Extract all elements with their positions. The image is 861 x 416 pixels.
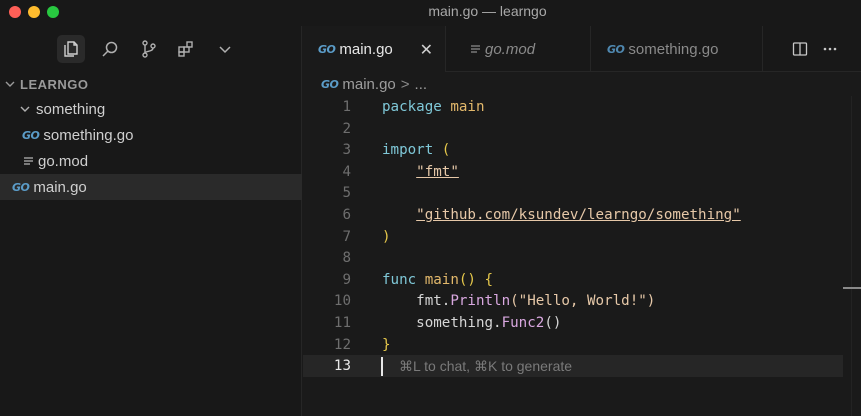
ellipsis-icon: [823, 47, 837, 51]
close-icon[interactable]: ✕: [420, 40, 433, 60]
editor-tab-bar: GO main.go ✕ go.mod GO something.go: [303, 26, 861, 72]
line-number: 1: [342, 99, 351, 115]
breadcrumb-separator: >: [400, 75, 410, 93]
tab-main-go[interactable]: GO main.go ✕: [303, 26, 446, 72]
line-number: 2: [342, 120, 351, 137]
punctuation: (: [441, 142, 451, 159]
split-editor-button[interactable]: [790, 39, 810, 59]
code-editor[interactable]: 1 package main 2 3 import ( 4 "fmt" 5 6 …: [303, 96, 861, 416]
breadcrumb-file[interactable]: main.go: [342, 76, 395, 93]
code-line: 8: [303, 247, 843, 269]
text-cursor: [381, 357, 383, 377]
more-views-button[interactable]: [211, 35, 239, 63]
line-number: 9: [342, 271, 351, 288]
code-line: 5: [303, 182, 843, 204]
current-code-line: 13 ⌘L to chat, ⌘K to generate: [303, 355, 843, 378]
code-line: 12 }: [303, 334, 843, 356]
window-title: main.go — learngo: [428, 3, 547, 19]
call-args: (): [544, 315, 562, 331]
line-number: 8: [342, 250, 351, 267]
go-file-icon: GO: [321, 77, 339, 91]
tree-file-go-mod[interactable]: go.mod: [0, 148, 302, 174]
breadcrumb-more[interactable]: ...: [415, 76, 428, 93]
line-number: 5: [342, 185, 351, 202]
explorer-root-label: LEARNGO: [20, 76, 89, 92]
punctuation: () {: [458, 271, 494, 288]
search-icon: [102, 41, 118, 57]
line-number: 13: [333, 358, 351, 375]
code-line: 2: [303, 118, 843, 140]
tab-label: main.go: [339, 40, 393, 58]
chevron-down-icon: [18, 103, 32, 115]
files-icon: [64, 41, 78, 57]
go-file-icon: GO: [12, 180, 30, 194]
punctuation: }: [382, 336, 391, 353]
tab-label: something.go: [628, 40, 719, 58]
tab-something-go[interactable]: GO something.go: [591, 26, 763, 72]
mod-file-icon: [22, 156, 34, 167]
ai-hint-text: ⌘L to chat, ⌘K to generate: [399, 357, 573, 374]
keyword: package: [382, 99, 442, 115]
tree-file-main-go[interactable]: GO main.go: [0, 174, 302, 200]
code-line: 11 something.Func2(): [303, 312, 843, 334]
go-file-icon: GO: [22, 128, 40, 142]
line-number: 10: [333, 293, 351, 310]
package-ref: something.: [416, 315, 502, 331]
mod-file-icon: [470, 44, 481, 55]
import-path-link[interactable]: "fmt": [416, 164, 459, 180]
code-line: 1 package main: [303, 96, 843, 118]
tree-item-label: go.mod: [38, 152, 89, 170]
code-line: 4 "fmt": [303, 161, 843, 183]
line-number: 6: [342, 207, 351, 223]
editor-scrollbar[interactable]: [851, 96, 861, 416]
call-args: ("Hello, World!"): [510, 293, 656, 310]
breadcrumb: GO main.go > ...: [303, 72, 861, 96]
extensions-icon: [178, 41, 193, 57]
code-line: 7 ): [303, 226, 843, 248]
explorer-button[interactable]: [57, 35, 85, 63]
identifier: main: [450, 99, 485, 115]
function-call: Func2: [501, 315, 545, 331]
code-line: 6 "github.com/ksundev/learngo/something": [303, 204, 843, 226]
code-line: 9 func main() {: [303, 269, 843, 291]
line-number: 11: [333, 315, 351, 331]
keyword: func: [382, 271, 417, 288]
tab-go-mod[interactable]: go.mod: [446, 26, 591, 72]
source-control-icon: [142, 40, 156, 58]
line-number: 7: [342, 228, 351, 245]
go-file-icon: GO: [607, 42, 625, 56]
chevron-down-icon: [4, 78, 16, 90]
tree-folder-something[interactable]: something: [0, 96, 302, 122]
code-line: 10 fmt.Println("Hello, World!"): [303, 290, 843, 312]
scrollbar-cursor-marker: [843, 287, 861, 289]
keyword: import: [382, 142, 434, 159]
import-path-link[interactable]: "github.com/ksundev/learngo/something": [416, 207, 741, 223]
punctuation: ): [382, 228, 391, 245]
sidebar: LEARNGO something GO something.go go.mod…: [0, 26, 302, 416]
go-file-icon: GO: [318, 42, 336, 56]
tree-item-label: something.go: [43, 126, 134, 144]
title-bar: main.go — learngo: [0, 0, 861, 26]
more-actions-button[interactable]: [820, 39, 840, 59]
code-line: 3 import (: [303, 139, 843, 161]
identifier: main: [424, 271, 459, 288]
tree-item-label: something: [36, 100, 106, 118]
extensions-button[interactable]: [172, 35, 200, 63]
activity-bar: [0, 26, 302, 70]
function-call: Println: [450, 293, 511, 310]
line-number: 3: [342, 142, 351, 159]
source-control-button[interactable]: [135, 35, 163, 63]
explorer-root[interactable]: LEARNGO: [0, 72, 302, 96]
search-button[interactable]: [96, 35, 124, 63]
split-editor-icon: [792, 42, 808, 56]
line-number: 4: [342, 163, 351, 180]
line-number: 12: [333, 336, 351, 353]
chevron-down-icon: [219, 46, 231, 54]
tree-item-label: main.go: [33, 178, 87, 196]
tab-label: go.mod: [485, 40, 536, 58]
tree-file-something-go[interactable]: GO something.go: [0, 122, 302, 148]
package-ref: fmt.: [416, 293, 451, 310]
